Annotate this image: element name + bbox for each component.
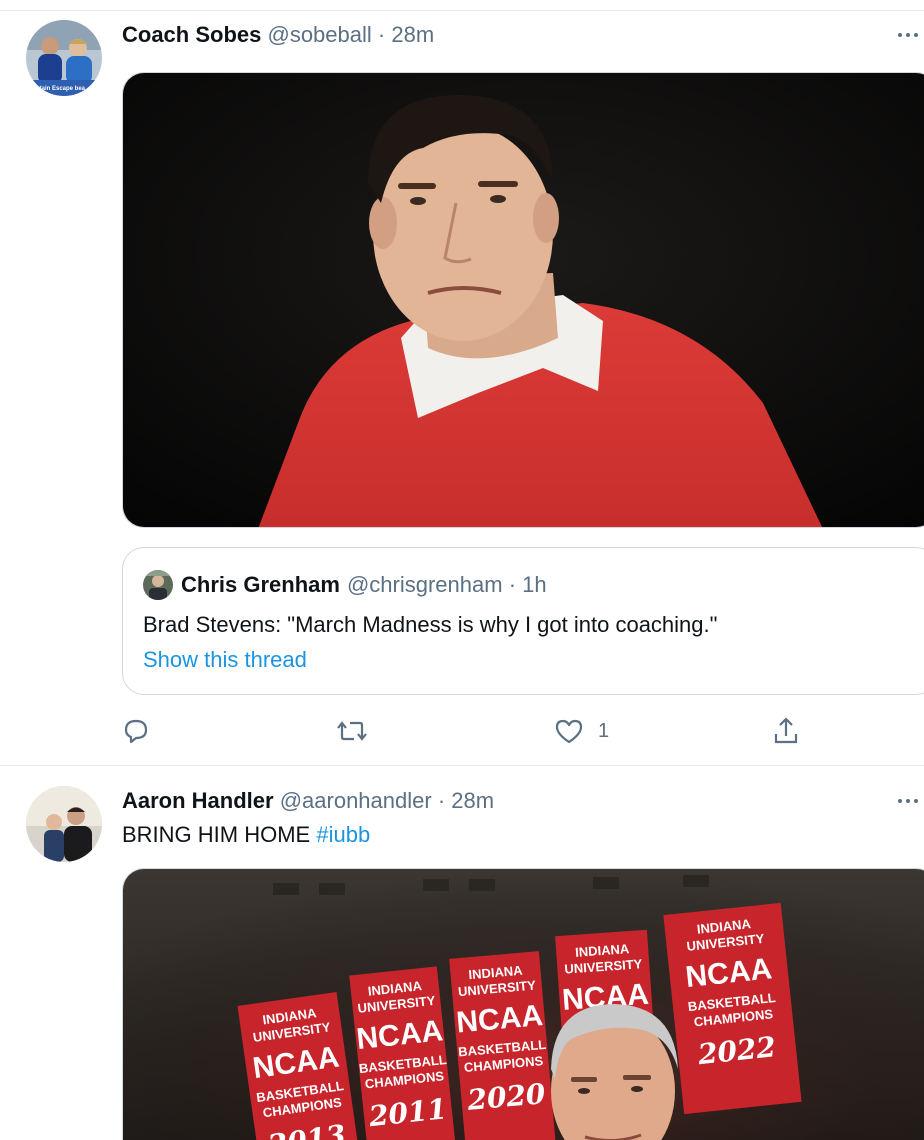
banner-year: 2020: [465, 1077, 547, 1117]
photo-iu-banners: INDIANAUNIVERSITYNCAABASKETBALLCHAMPIONS…: [123, 869, 924, 1140]
reply-icon: [124, 719, 148, 744]
author-name[interactable]: Coach Sobes: [122, 22, 267, 47]
like-count: 1: [598, 719, 610, 742]
more-options-icon[interactable]: [894, 28, 924, 42]
tweet-photo[interactable]: INDIANA UNIVERSITY NCAA BASKETBALL CHAMPIONS…: [122, 868, 924, 1140]
quote-header: Chris Grenham @chrisgrenham · 1h: [143, 570, 547, 600]
heart-icon: [555, 719, 583, 744]
avatar-photo: …ntain Escape bea…: [26, 20, 102, 96]
tweet-header: Aaron Handler @aaronhandler · 28m: [122, 788, 494, 814]
quote-author-handle[interactable]: @chrisgrenham: [347, 572, 503, 598]
retweet-button[interactable]: [336, 714, 368, 748]
championship-banner: INDIANAUNIVERSITYNCAABASKETBALLCHAMPIONS…: [663, 902, 802, 1115]
author-handle[interactable]: @sobeball: [267, 22, 371, 47]
quote-timestamp[interactable]: 1h: [522, 572, 546, 598]
quoted-tweet[interactable]: Chris Grenham @chrisgrenham · 1h Brad St…: [122, 547, 924, 695]
coach-face: [551, 1004, 678, 1140]
tweet-divider: [0, 765, 924, 766]
share-button[interactable]: [772, 714, 800, 748]
avatar[interactable]: [26, 786, 102, 862]
show-thread-link[interactable]: Show this thread: [143, 647, 307, 673]
hashtag-link[interactable]: #iubb: [316, 822, 370, 847]
championship-banner: INDIANAUNIVERSITYNCAABASKETBALLCHAMPIONS…: [449, 951, 558, 1140]
quote-separator-glyph: ·: [508, 572, 517, 597]
reply-button[interactable]: [122, 714, 150, 748]
avatar[interactable]: …ntain Escape bea…: [26, 20, 102, 96]
author-name[interactable]: Aaron Handler: [122, 788, 280, 813]
like-button[interactable]: 1: [554, 714, 609, 748]
author-handle[interactable]: @aaronhandler: [280, 788, 432, 813]
share-icon: [774, 717, 798, 744]
separator: ·: [377, 22, 392, 47]
tweet-body: BRING HIM HOME: [122, 822, 311, 847]
timestamp[interactable]: 28m: [451, 788, 494, 813]
quote-avatar[interactable]: [143, 570, 173, 600]
top-divider: [0, 10, 924, 11]
tweet-actions: 1: [122, 714, 822, 748]
quote-avatar-photo: [143, 570, 173, 600]
tweet-text: BRING HIM HOME #iubb: [122, 822, 370, 848]
tweet-photo[interactable]: [122, 72, 924, 528]
timestamp[interactable]: 28m: [391, 22, 434, 47]
separator: ·: [437, 788, 452, 813]
avatar-caption: …ntain Escape bea…: [30, 86, 91, 92]
avatar-photo: [26, 786, 102, 862]
quote-text: Brad Stevens: "March Madness is why I go…: [143, 612, 718, 637]
quote-author-name[interactable]: Chris Grenham: [181, 572, 340, 598]
tweet-header: Coach Sobes @sobeball · 28m: [122, 22, 434, 48]
quote-separator: ·: [503, 572, 523, 598]
retweet-icon: [337, 721, 367, 741]
photo-coach-red-sweater: [123, 73, 924, 527]
more-options-icon[interactable]: [894, 794, 924, 808]
